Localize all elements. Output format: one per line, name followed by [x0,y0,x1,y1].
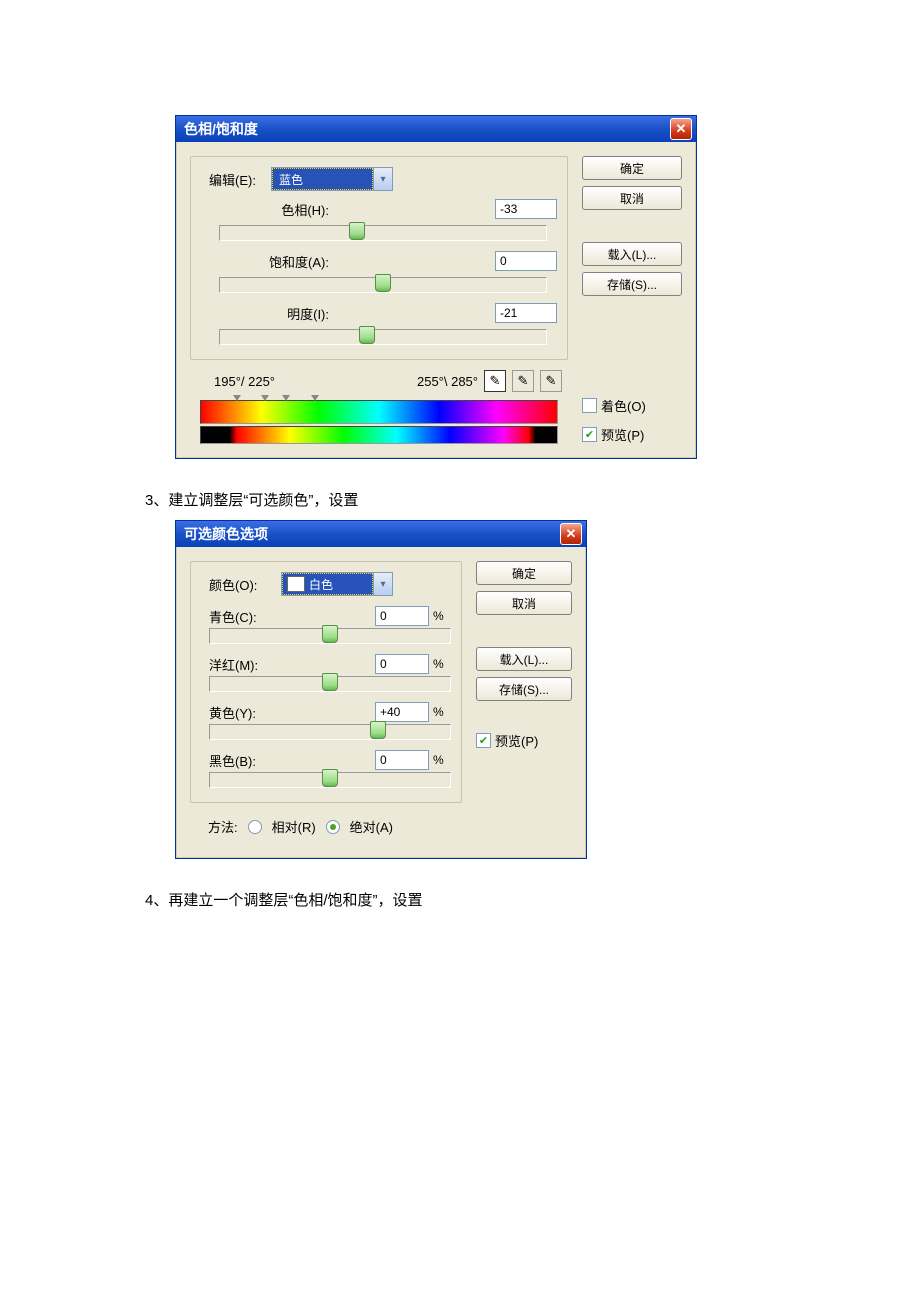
colors-label: 颜色(O): [209,575,281,594]
slider-thumb[interactable] [322,625,338,643]
yellow-label: 黄色(Y): [209,703,281,722]
close-icon: ✕ [676,121,687,137]
dialog-title: 色相/饱和度 [184,119,258,139]
swatch-icon [287,576,305,592]
yellow-slider[interactable] [209,724,451,740]
lightness-slider[interactable] [219,329,547,345]
caption-3: 3、建立调整层“可选颜色”，设置 [145,489,920,510]
saturation-slider[interactable] [219,277,547,293]
preview-row[interactable]: ✔ 预览(P) [582,425,682,444]
cyan-label: 青色(C): [209,607,281,626]
load-button[interactable]: 载入(L)... [476,647,572,671]
lightness-input[interactable] [495,303,557,323]
slider-thumb[interactable] [375,274,391,292]
save-button[interactable]: 存储(S)... [582,272,682,296]
yellow-input[interactable] [375,702,429,722]
dialog-title: 可选颜色选项 [184,524,268,544]
hue-spectrum-top[interactable] [200,400,558,424]
slider-thumb[interactable] [322,769,338,787]
eyedropper-subtract-icon[interactable]: ✎ [540,370,562,392]
black-slider[interactable] [209,772,451,788]
ok-button[interactable]: 确定 [582,156,682,180]
hue-sat-group: 编辑(E): 蓝色 ▾ 色相(H): [190,156,568,360]
preview-checkbox[interactable]: ✔ [582,427,597,442]
save-button[interactable]: 存储(S)... [476,677,572,701]
close-icon: ✕ [566,526,577,542]
range-right: 255°\ 285° [417,374,478,389]
black-input[interactable] [375,750,429,770]
black-label: 黑色(B): [209,751,281,770]
slider-thumb[interactable] [359,326,375,344]
percent-label: % [429,657,451,671]
colors-select[interactable]: 白色 ▾ [281,572,393,596]
saturation-label: 饱和度(A): [209,252,339,271]
caption-4: 4、再建立一个调整层“色相/饱和度”，设置 [145,889,920,910]
percent-label: % [429,609,451,623]
method-row: 方法: 相对(R) 绝对(A) [208,817,462,836]
ok-button[interactable]: 确定 [476,561,572,585]
percent-label: % [429,705,451,719]
close-button[interactable]: ✕ [560,523,582,545]
cyan-slider[interactable] [209,628,451,644]
preview-label: 预览(P) [495,731,538,750]
absolute-radio[interactable] [326,820,340,834]
hue-spectrum-bottom [200,426,558,444]
cancel-button[interactable]: 取消 [476,591,572,615]
titlebar: 色相/饱和度 ✕ [176,116,696,142]
chevron-down-icon: ▾ [373,168,392,190]
hue-input[interactable] [495,199,557,219]
magenta-input[interactable] [375,654,429,674]
range-left: 195°/ 225° [214,374,275,389]
percent-label: % [429,753,451,767]
slider-thumb[interactable] [370,721,386,739]
preview-label: 预览(P) [601,425,644,444]
close-button[interactable]: ✕ [670,118,692,140]
hue-label: 色相(H): [209,200,339,219]
edit-select[interactable]: 蓝色 ▾ [271,167,393,191]
hue-saturation-dialog: 色相/饱和度 ✕ 编辑(E): 蓝色 ▾ 色相(H): [175,115,697,459]
cyan-input[interactable] [375,606,429,626]
saturation-input[interactable] [495,251,557,271]
selective-color-dialog: 可选颜色选项 ✕ 颜色(O): 白色 ▾ [175,520,587,859]
cancel-button[interactable]: 取消 [582,186,682,210]
relative-label: 相对(R) [272,817,316,836]
preview-row[interactable]: ✔ 预览(P) [476,731,572,750]
lightness-label: 明度(I): [209,304,339,323]
method-label: 方法: [208,817,238,836]
colorize-label: 着色(O) [601,396,646,415]
colors-select-value: 白色 [282,573,373,595]
magenta-label: 洋红(M): [209,655,281,674]
colorize-checkbox[interactable] [582,398,597,413]
selective-color-group: 颜色(O): 白色 ▾ 青色(C): % [190,561,462,803]
chevron-down-icon: ▾ [373,573,392,595]
magenta-slider[interactable] [209,676,451,692]
preview-checkbox[interactable]: ✔ [476,733,491,748]
range-row: 195°/ 225° 255°\ 285° ✎ ✎ ✎ [214,370,562,392]
absolute-label: 绝对(A) [350,817,393,836]
hue-slider[interactable] [219,225,547,241]
eyedropper-add-icon[interactable]: ✎ [512,370,534,392]
edit-select-value: 蓝色 [272,168,373,190]
edit-label: 编辑(E): [209,170,271,189]
slider-thumb[interactable] [349,222,365,240]
eyedropper-icon[interactable]: ✎ [484,370,506,392]
load-button[interactable]: 载入(L)... [582,242,682,266]
relative-radio[interactable] [248,820,262,834]
colorize-row[interactable]: 着色(O) [582,396,682,415]
titlebar: 可选颜色选项 ✕ [176,521,586,547]
slider-thumb[interactable] [322,673,338,691]
